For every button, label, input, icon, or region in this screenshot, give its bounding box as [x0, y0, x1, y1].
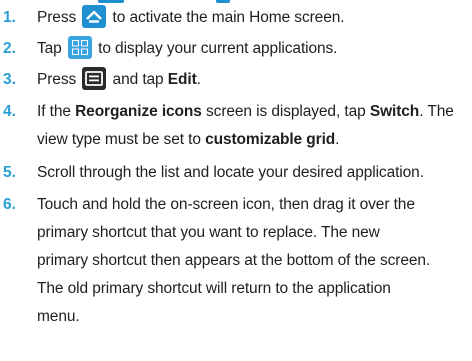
step-text-pre: Press — [37, 9, 81, 26]
step-text-post: . — [196, 71, 201, 88]
customizable-grid-label: customizable grid — [205, 131, 336, 148]
step-number: 2. — [3, 40, 16, 57]
step-text-line: menu. — [37, 308, 80, 325]
switch-label: Switch — [369, 103, 420, 120]
reorganize-icons-label: Reorganize icons — [75, 103, 202, 120]
step-text-post: to display your current applications. — [98, 40, 338, 57]
step-text-pre: Tap — [37, 40, 66, 57]
step-text-pre: Press — [37, 71, 81, 88]
step-text: Scroll through the list and locate your … — [37, 164, 424, 181]
step-text-line: Touch and hold the on-screen icon, then … — [37, 196, 415, 213]
step-text-mid: and tap — [112, 71, 168, 88]
step-text-line-2: view type must be set to customizable gr… — [37, 125, 467, 155]
step-number: 1. — [3, 9, 16, 26]
step-text: Tap to display your current applications… — [37, 34, 467, 64]
step-text-line: The old primary shortcut will return to … — [37, 280, 391, 297]
step-text-line: primary shortcut then appears at the bot… — [37, 252, 431, 269]
step-number: 6. — [3, 196, 16, 213]
text-run: view type must be set to — [37, 131, 206, 148]
edit-label: Edit — [167, 71, 197, 88]
step-number: 3. — [3, 71, 16, 88]
step-number: 4. — [3, 103, 16, 120]
text-run: If the — [37, 103, 76, 120]
step-text: Press to activate the main Home screen. — [37, 3, 467, 33]
text-run: . The — [419, 103, 454, 120]
step-text: Press and tap Edit. — [37, 65, 467, 95]
text-run: . — [335, 131, 340, 148]
step-number: 5. — [3, 164, 16, 181]
apps-icon — [67, 36, 92, 59]
text-run: screen is displayed, tap — [201, 103, 370, 120]
step-text-line-1: If the Reorganize icons screen is displa… — [37, 97, 467, 127]
step-text-post: to activate the main Home screen. — [112, 9, 345, 26]
home-icon — [82, 5, 107, 28]
menu-icon — [82, 67, 107, 90]
step-text-line: primary shortcut that you want to replac… — [37, 224, 380, 241]
